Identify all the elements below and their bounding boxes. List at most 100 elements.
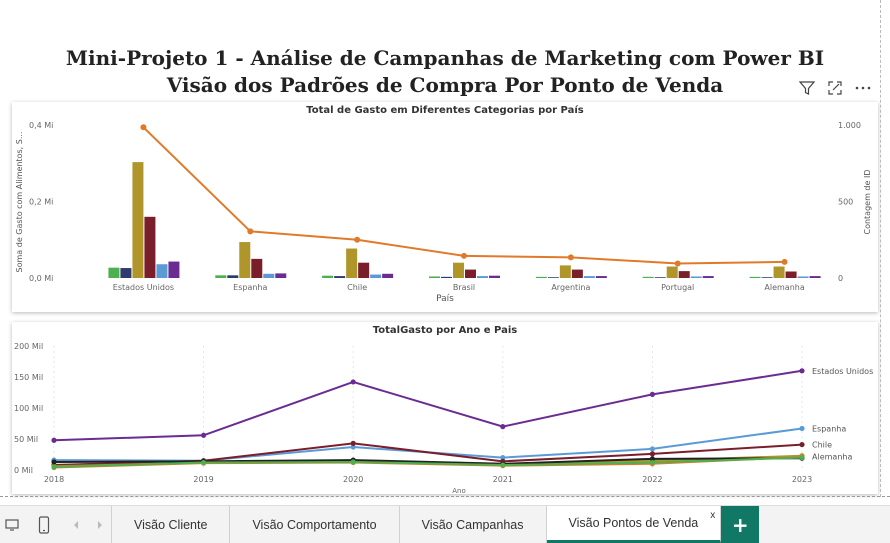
- line-point: [201, 432, 207, 438]
- filter-icon[interactable]: [798, 80, 816, 100]
- bar: [132, 162, 144, 278]
- line-point: [350, 440, 356, 446]
- line-point: [500, 462, 506, 468]
- line-point: [354, 236, 361, 243]
- y2-tick-label: 0: [838, 274, 843, 283]
- y2-axis-title: Contagem de ID: [863, 170, 872, 235]
- bar: [595, 276, 607, 278]
- next-page-icon[interactable]: [88, 506, 112, 543]
- y-tick-label: 0 Mil: [14, 466, 33, 475]
- y-tick-label: 50 Mil: [14, 435, 38, 444]
- line-point: [649, 391, 656, 397]
- tab-visao-pontos-de-venda[interactable]: Visão Pontos de Venda x: [546, 506, 722, 543]
- x-tick-label: 2018: [44, 475, 64, 484]
- bar: [465, 269, 476, 278]
- bar: [108, 267, 120, 278]
- series-line: [53, 427, 803, 462]
- chart-title: Total de Gasto em Diferentes Categorias …: [306, 104, 584, 116]
- line-point: [649, 451, 656, 457]
- line-point: [799, 425, 805, 432]
- bar: [797, 276, 809, 278]
- y-tick-label: 100 Mil: [14, 404, 43, 413]
- page-tab-bar: Visão Cliente Visão Comportamento Visão …: [0, 505, 890, 543]
- bar: [441, 276, 452, 278]
- line-point: [674, 260, 681, 267]
- tab-visao-cliente[interactable]: Visão Cliente: [112, 506, 231, 543]
- add-page-button[interactable]: +: [721, 506, 760, 543]
- bar: [322, 275, 334, 278]
- bar: [346, 248, 358, 278]
- bar: [773, 266, 785, 278]
- x-tick-label: 2021: [493, 475, 513, 484]
- y-tick-label: 200 Mil: [14, 342, 43, 351]
- x-tick-label: Portugal: [661, 283, 694, 292]
- more-options-icon[interactable]: [854, 80, 872, 100]
- bar: [477, 276, 488, 278]
- bar: [251, 258, 263, 278]
- y-tick-label: 150 Mil: [14, 373, 43, 382]
- line-point: [350, 379, 356, 385]
- tab-visao-comportamento[interactable]: Visão Comportamento: [230, 506, 400, 543]
- y-axis-title: Soma de Gasto com Alimentos, S...: [15, 132, 24, 273]
- line-point: [140, 124, 147, 131]
- bar: [144, 216, 156, 278]
- line-point: [799, 455, 805, 461]
- bar: [785, 271, 797, 278]
- report-canvas: { "report": { "title_line1": "Mini-Proje…: [0, 0, 890, 543]
- line-point: [461, 252, 467, 259]
- bar: [535, 276, 547, 278]
- bar: [227, 275, 239, 278]
- bar: [761, 277, 773, 278]
- x-tick-label: 2020: [343, 475, 363, 484]
- report-title: Mini-Projeto 1 - Análise de Campanhas de…: [65, 46, 825, 70]
- tab-label: Visão Comportamento: [252, 517, 377, 532]
- bar: [358, 262, 370, 278]
- series-line: [53, 369, 803, 442]
- line-point: [201, 459, 207, 466]
- chart-card-gasto-ano[interactable]: TotalGasto por Ano e Pais 0 Mil 50 Mil 100 …: [12, 322, 878, 495]
- x-axis-title: País: [436, 294, 454, 304]
- bar: [239, 242, 251, 278]
- x-tick-label: Argentina: [551, 283, 590, 292]
- line-point: [500, 424, 506, 430]
- tab-label: Visão Cliente: [134, 517, 208, 532]
- tab-visao-campanhas[interactable]: Visão Campanhas: [399, 506, 547, 543]
- bar: [489, 275, 500, 278]
- mobile-view-icon[interactable]: [24, 506, 64, 543]
- x-tick-label: 2023: [792, 475, 812, 484]
- y-tick-label: 0,4 Mi: [29, 121, 53, 130]
- bar: [168, 261, 180, 278]
- line-point: [799, 368, 805, 374]
- bar: [690, 276, 702, 278]
- line-point: [781, 258, 788, 265]
- tab-label: Visão Pontos de Venda: [568, 516, 699, 530]
- desktop-view-icon[interactable]: [0, 506, 24, 543]
- line-point: [51, 437, 57, 443]
- line-point: [51, 464, 57, 470]
- focus-mode-icon[interactable]: [826, 80, 844, 100]
- chart-title: TotalGasto por Ano e Pais: [373, 325, 518, 336]
- y-tick-label: 0,2 Mi: [29, 198, 53, 207]
- series-end-label: Estados Unidos: [812, 367, 873, 376]
- x-tick-label: 2022: [642, 475, 662, 484]
- chart-card-gasto-categorias[interactable]: Total de Gasto em Diferentes Categorias …: [12, 102, 878, 312]
- bar: [120, 268, 132, 278]
- combo-chart: Total de Gasto em Diferentes Categorias …: [15, 104, 872, 304]
- series-end-label: Alemanha: [812, 453, 852, 462]
- bar: [382, 273, 394, 278]
- line-point: [649, 459, 656, 466]
- prev-page-icon[interactable]: [64, 506, 88, 543]
- close-tab-icon[interactable]: x: [710, 510, 715, 521]
- y2-tick-label: 1.000: [838, 121, 861, 130]
- x-tick-label: Espanha: [233, 283, 267, 292]
- line-point: [567, 254, 574, 261]
- bar: [571, 269, 583, 278]
- tab-label: Visão Campanhas: [421, 517, 524, 532]
- x-tick-label: Brasil: [453, 283, 475, 292]
- x-tick-label: Alemanha: [764, 283, 804, 292]
- bar: [678, 271, 690, 278]
- visual-header-toolbar: [798, 80, 872, 100]
- line-point: [51, 459, 57, 465]
- line-point: [799, 441, 805, 448]
- bar: [429, 276, 440, 278]
